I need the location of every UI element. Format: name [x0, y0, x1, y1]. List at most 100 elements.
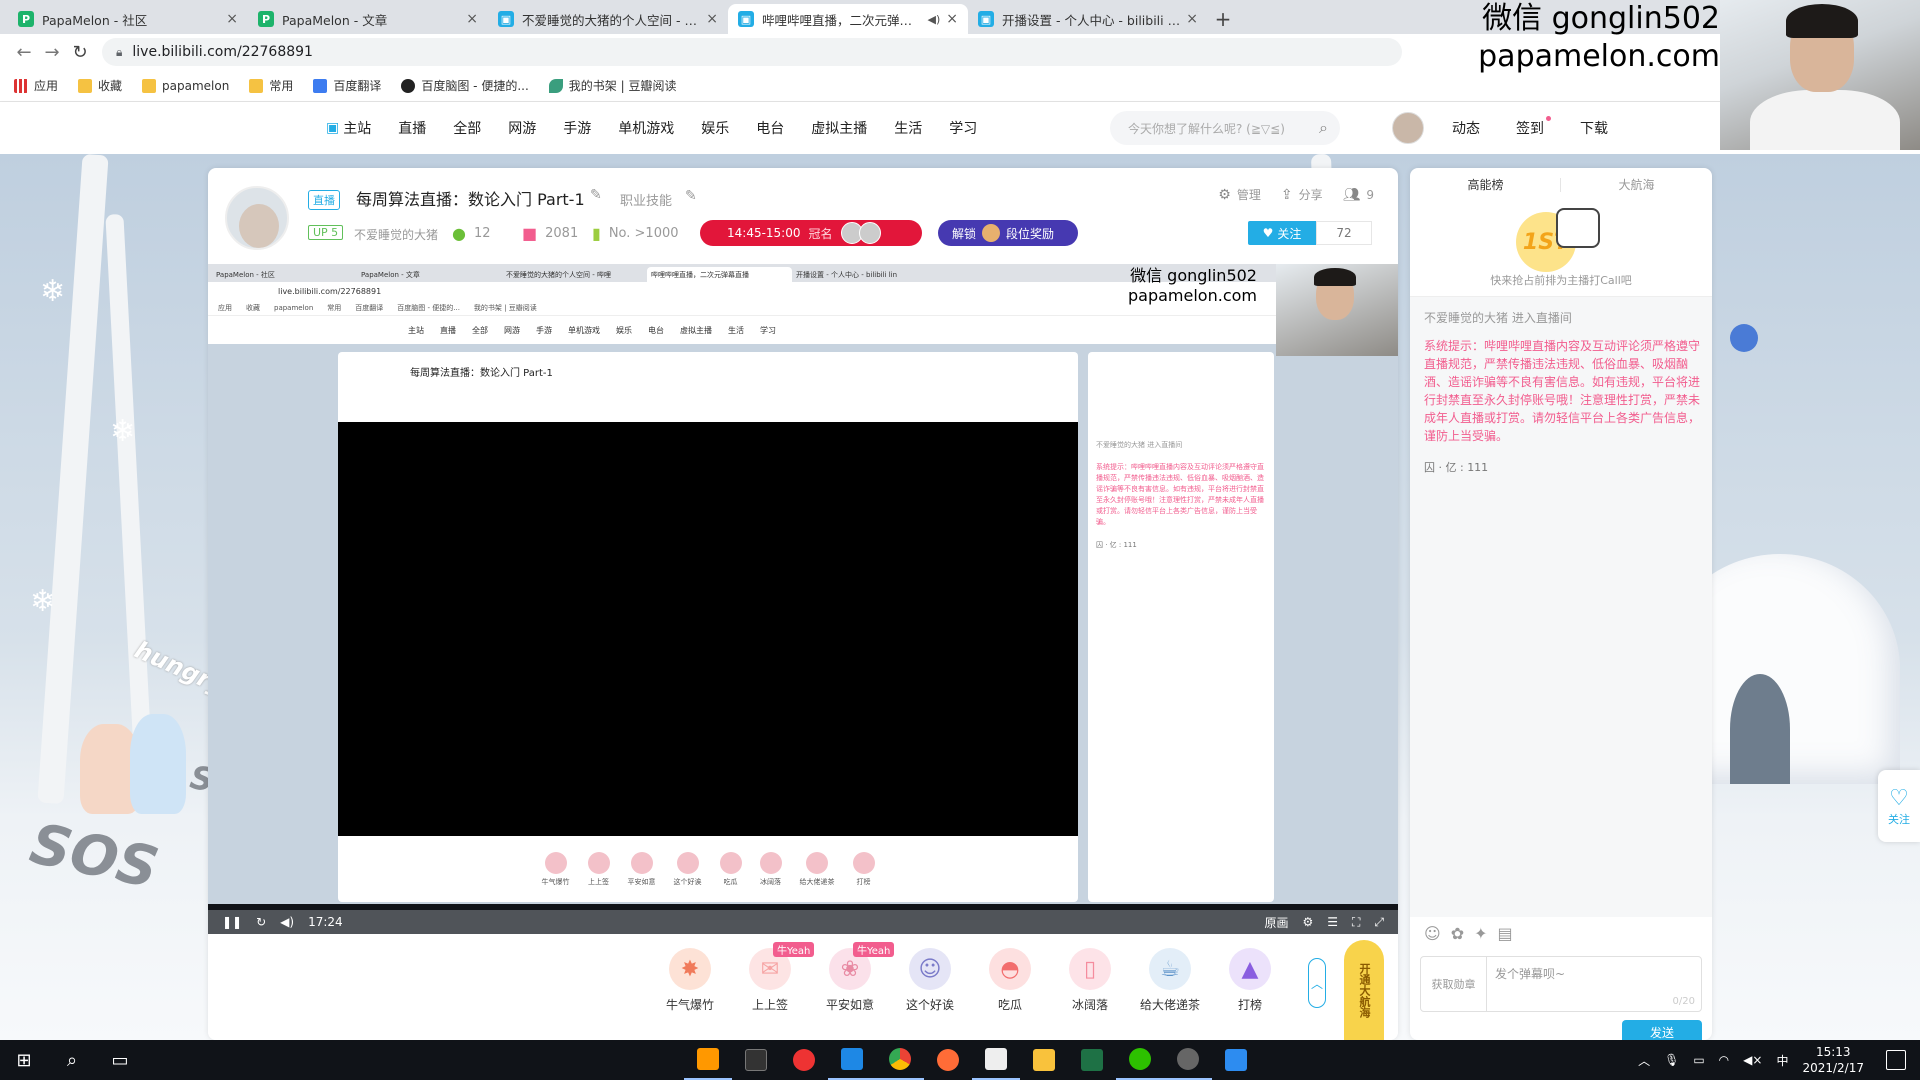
gift-watermelon[interactable]: ◓ 吃瓜 [975, 948, 1045, 1013]
close-icon[interactable]: × [226, 11, 238, 27]
search-icon[interactable]: ⌕ [48, 1040, 96, 1080]
nav-item-live[interactable]: 直播 [398, 118, 426, 138]
back-arrow-icon[interactable]: ← [10, 38, 38, 66]
search-icon[interactable]: ⌕ [1319, 118, 1328, 138]
dynamic-link[interactable]: 动态 [1452, 118, 1480, 138]
terminal-icon[interactable] [732, 1040, 780, 1080]
bookmark-folder-favorites[interactable]: 收藏 [78, 77, 122, 94]
bookmark-folder-common[interactable]: 常用 [249, 77, 293, 94]
photo-app-icon[interactable] [1212, 1040, 1260, 1080]
file-explorer-icon[interactable] [1020, 1040, 1068, 1080]
web-fullscreen-icon[interactable]: ⤢ [1374, 915, 1384, 930]
search-input[interactable]: 今天你想了解什么呢? (≧▽≦) ⌕ [1110, 111, 1340, 145]
hour-rank-pill[interactable]: 14:45-15:00 冠名 [700, 220, 922, 246]
emoji-icon[interactable]: ☺ [1424, 924, 1441, 943]
bookmark-douban-read[interactable]: 我的书架 | 豆瓣阅读 [548, 77, 676, 94]
notification-center-icon[interactable] [1886, 1050, 1906, 1070]
bookmark-folder-papamelon[interactable]: papamelon [142, 78, 229, 93]
close-icon[interactable]: × [466, 11, 478, 27]
obs-icon[interactable] [1164, 1040, 1212, 1080]
nav-item-study[interactable]: 学习 [949, 118, 977, 138]
bookmark-apps[interactable]: 应用 [14, 77, 58, 94]
send-button[interactable]: 发送 [1622, 1020, 1702, 1040]
video-player[interactable]: PapaMelon - 社区 PapaMelon - 文章 不爱睡觉的大猪的个人… [208, 264, 1398, 934]
refresh-icon[interactable]: ↻ [256, 915, 266, 929]
share-button[interactable]: ⇪ 分享 [1281, 186, 1323, 203]
follow-button[interactable]: ♥ 关注 [1248, 221, 1316, 245]
gift-rank[interactable]: ▲ 打榜 [1215, 948, 1285, 1013]
chrome-icon[interactable] [876, 1040, 924, 1080]
nav-item-radio[interactable]: 电台 [756, 118, 784, 138]
wifi-icon[interactable]: ◠ [1719, 1053, 1729, 1067]
snail-app-icon[interactable] [780, 1040, 828, 1080]
close-icon[interactable]: × [1186, 11, 1198, 27]
nav-item-life[interactable]: 生活 [894, 118, 922, 138]
task-view-icon[interactable]: ▭ [96, 1040, 144, 1080]
nav-item-mobile-games[interactable]: 手游 [563, 118, 591, 138]
gift-lucky-stick[interactable]: 牛Yeah ✉ 上上签 [735, 942, 815, 1013]
unlock-rewards-pill[interactable]: 解锁 段位奖励 [938, 220, 1078, 246]
ime-indicator[interactable]: 中 [1776, 1052, 1788, 1069]
sticker-icon[interactable]: ✿ [1451, 924, 1464, 943]
download-link[interactable]: 下载 [1580, 118, 1608, 138]
volume-muted-icon[interactable]: ◀× [1743, 1053, 1762, 1067]
excel-en-icon[interactable] [1068, 1040, 1116, 1080]
get-medal-button[interactable]: 获取勋章 [1421, 957, 1487, 1011]
gift-tea[interactable]: ☕︎ 给大佬递茶 [1135, 948, 1205, 1013]
danmaku-input[interactable]: 发个弹幕呗~ [1495, 965, 1565, 982]
url-input[interactable]: 🔒︎ live.bilibili.com/22768891 [102, 38, 1402, 66]
forward-arrow-icon[interactable]: → [38, 38, 66, 66]
windows-start-icon[interactable]: ⊞ [0, 1040, 48, 1080]
volume-icon[interactable]: ◀) [280, 915, 294, 929]
avatar[interactable] [1392, 112, 1424, 144]
nav-item-standalone-games[interactable]: 单机游戏 [618, 118, 674, 138]
browser-tab-user-space[interactable]: ▣ 不爱睡觉的大猪的个人空间 - 哔哩 × [488, 4, 728, 34]
nav-item-online-games[interactable]: 网游 [508, 118, 536, 138]
edit-icon[interactable]: ✎ [590, 187, 602, 203]
streamer-avatar[interactable] [225, 186, 289, 250]
streamer-name[interactable]: 不爱睡觉的大猪 [354, 226, 438, 243]
new-tab-plus-icon[interactable]: + [1208, 4, 1238, 34]
battery-icon[interactable]: ▭ [1693, 1053, 1704, 1067]
reload-icon[interactable]: ↻ [66, 38, 94, 66]
speaker-icon[interactable]: ◀) [928, 13, 941, 26]
fullscreen-icon[interactable]: ⛶ [1352, 915, 1360, 930]
gift-firecracker[interactable]: ✸ 牛气爆竹 [655, 948, 725, 1013]
postman-icon[interactable] [924, 1040, 972, 1080]
nav-item-vtuber[interactable]: 虚拟主播 [811, 118, 867, 138]
nav-item-all[interactable]: 全部 [453, 118, 481, 138]
vscode-icon[interactable] [828, 1040, 876, 1080]
manage-button[interactable]: ⚙ 管理 [1218, 186, 1261, 203]
wechat-icon[interactable] [1116, 1040, 1164, 1080]
more-gifts-chevron-up-icon[interactable]: ︿ [1308, 958, 1326, 1008]
tab-high-energy[interactable]: 高能榜 [1410, 168, 1561, 200]
browser-tab-papamelon-community[interactable]: P PapaMelon - 社区 × [8, 4, 248, 34]
nav-item-entertainment[interactable]: 娱乐 [701, 118, 729, 138]
sublime-text-icon[interactable] [684, 1040, 732, 1080]
quality-button[interactable]: 原画 [1264, 914, 1288, 931]
gift-this-is-good[interactable]: ☺ 这个好诶 [895, 948, 965, 1013]
gift-ruyi[interactable]: 牛Yeah ❀ 平安如意 [815, 942, 895, 1013]
gift-cola[interactable]: ▯ 冰阔落 [1055, 948, 1125, 1013]
pause-icon[interactable]: ❚❚ [222, 915, 242, 929]
edit-icon[interactable]: ✎ [685, 188, 697, 204]
bookmark-baidu-translate[interactable]: 百度翻译 [313, 77, 381, 94]
danmaku-toggle-icon[interactable]: ☰ [1327, 915, 1338, 929]
checkin-link[interactable]: 签到 [1516, 116, 1551, 138]
nav-item-home[interactable]: ▣ 主站 [326, 118, 371, 138]
browser-tab-stream-settings[interactable]: ▣ 开播设置 - 个人中心 - bilibili lin × [968, 4, 1208, 34]
effect-icon[interactable]: ✦ [1474, 924, 1487, 943]
gear-icon[interactable]: ⚙ [1302, 915, 1313, 929]
microphone-icon[interactable]: 🎙︎ [1664, 1053, 1679, 1067]
clock[interactable]: 15:13 2021/2/17 [1802, 1044, 1864, 1076]
chevron-up-icon[interactable]: ︿ [1638, 1052, 1650, 1069]
close-icon[interactable]: × [946, 11, 958, 27]
floating-follow-button[interactable]: ♡ 关注 [1878, 770, 1920, 842]
browser-tab-papamelon-article[interactable]: P PapaMelon - 文章 × [248, 4, 488, 34]
tab-guard[interactable]: 大航海 [1561, 168, 1712, 200]
bookmark-baidu-mindmap[interactable]: 百度脑图 - 便捷的... [401, 77, 529, 94]
room-area[interactable]: 职业技能 [620, 190, 672, 209]
typora-icon[interactable] [972, 1040, 1020, 1080]
mode-icon[interactable]: ▤ [1498, 924, 1513, 943]
open-guard-button[interactable]: 开通大航海 [1344, 940, 1384, 1040]
